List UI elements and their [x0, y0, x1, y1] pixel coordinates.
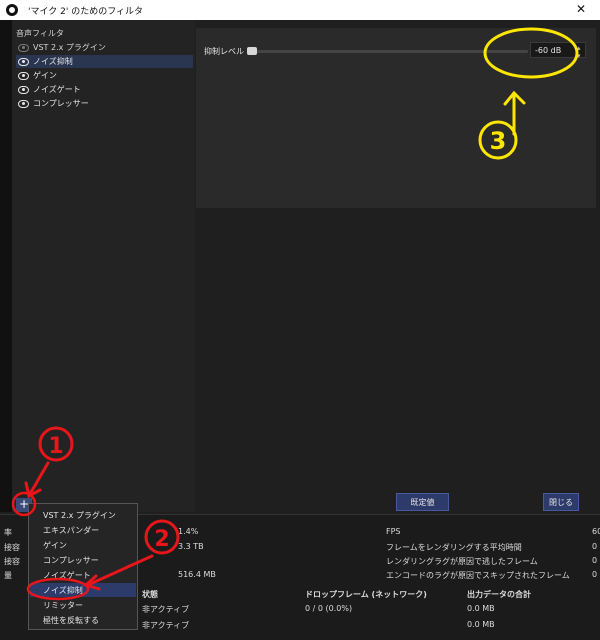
- stat-label-fragment: 率: [4, 528, 12, 537]
- table-header-status: 状態: [142, 590, 158, 599]
- window-title: 'マイク 2' のためのフィルタ: [28, 7, 144, 17]
- defaults-button[interactable]: 既定値: [396, 493, 449, 511]
- table-cell: 0.0 MB: [467, 620, 495, 629]
- stat-value: 516.4 MB: [178, 570, 216, 579]
- filter-item-label: ノイズ抑制: [33, 57, 73, 66]
- visibility-eye-icon[interactable]: [18, 58, 29, 66]
- table-cell: 0.0 MB: [467, 604, 495, 613]
- visibility-eye-icon[interactable]: [18, 44, 29, 52]
- slider-thumb[interactable]: [247, 47, 257, 55]
- menu-item-compressor[interactable]: コンプレッサー: [30, 553, 136, 567]
- close-button[interactable]: 閉じる: [543, 493, 579, 511]
- table-cell: 非アクティブ: [142, 621, 190, 630]
- title-bar: 'マイク 2' のためのフィルタ ✕: [0, 0, 600, 20]
- table-header-total-output: 出力データの合計: [467, 590, 531, 599]
- filter-item-label: VST 2.x プラグイン: [33, 43, 106, 52]
- stat-label-render-lag: レンダリングラグが原因で逃したフレーム: [386, 557, 538, 566]
- menu-item-noise-suppression[interactable]: ノイズ抑制: [30, 583, 136, 597]
- suppression-level-label: 抑制レベル: [204, 47, 244, 56]
- menu-item-invert-polarity[interactable]: 極性を反転する: [30, 613, 136, 627]
- audio-filter-list-panel: 音声フィルタ VST 2.x プラグイン ノイズ抑制 ゲイン ノイズゲート コン…: [12, 20, 195, 512]
- stat-label-render-time: フレームをレンダリングする平均時間: [386, 543, 522, 552]
- obs-app-icon: [6, 4, 18, 16]
- menu-item-limiter[interactable]: リミッター: [30, 598, 136, 612]
- menu-item-expander[interactable]: エキスパンダー: [30, 523, 136, 537]
- stat-label-fragment: 量: [4, 571, 12, 580]
- filter-properties-panel: 抑制レベル -60 dB ▴ ▾: [196, 28, 596, 208]
- suppression-level-slider[interactable]: [252, 50, 528, 53]
- stat-value: 0: [592, 570, 598, 579]
- visibility-eye-icon[interactable]: [18, 72, 29, 80]
- filter-item-noise-gate[interactable]: ノイズゲート: [16, 83, 193, 96]
- stat-value: 1.4%: [178, 527, 199, 536]
- stat-label-fragment: 接容: [4, 543, 20, 552]
- dialog-empty-area: [196, 210, 600, 512]
- filter-item-label: ノイズゲート: [33, 85, 81, 94]
- menu-item-noise-gate[interactable]: ノイズゲート: [30, 568, 136, 582]
- spin-arrows-icon[interactable]: ▴ ▾: [577, 44, 585, 60]
- menu-item-vst[interactable]: VST 2.x プラグイン: [30, 508, 136, 522]
- filter-item-label: ゲイン: [33, 71, 57, 80]
- table-cell: 非アクティブ: [142, 605, 190, 614]
- window-close-icon[interactable]: ✕: [576, 2, 586, 16]
- filter-item-label: コンプレッサー: [33, 99, 89, 108]
- filter-item-gain[interactable]: ゲイン: [16, 69, 193, 82]
- add-filter-context-menu: VST 2.x プラグイン エキスパンダー ゲイン コンプレッサー ノイズゲート…: [28, 503, 138, 630]
- visibility-eye-icon[interactable]: [18, 100, 29, 108]
- stat-value: 0: [592, 556, 598, 565]
- stat-label-fps: FPS: [386, 527, 401, 536]
- menu-item-gain[interactable]: ゲイン: [30, 538, 136, 552]
- stat-label-fragment: 接容: [4, 557, 20, 566]
- visibility-eye-icon[interactable]: [18, 86, 29, 94]
- filter-item-noise-suppression[interactable]: ノイズ抑制: [16, 55, 193, 68]
- stat-value: 3.3 TB: [178, 542, 204, 551]
- left-edge-strip: [0, 20, 12, 512]
- table-cell: 0 / 0 (0.0%): [305, 604, 353, 613]
- stat-label-encode-lag: エンコードのラグが原因でスキップされたフレーム: [386, 571, 570, 580]
- stat-value: 0: [592, 542, 598, 551]
- filter-item-vst[interactable]: VST 2.x プラグイン: [16, 41, 193, 54]
- filter-item-compressor[interactable]: コンプレッサー: [16, 97, 193, 110]
- stat-value: 60: [592, 527, 600, 536]
- audio-filters-header: 音声フィルタ: [16, 29, 64, 38]
- table-header-dropped-frames: ドロップフレーム (ネットワーク): [305, 590, 427, 599]
